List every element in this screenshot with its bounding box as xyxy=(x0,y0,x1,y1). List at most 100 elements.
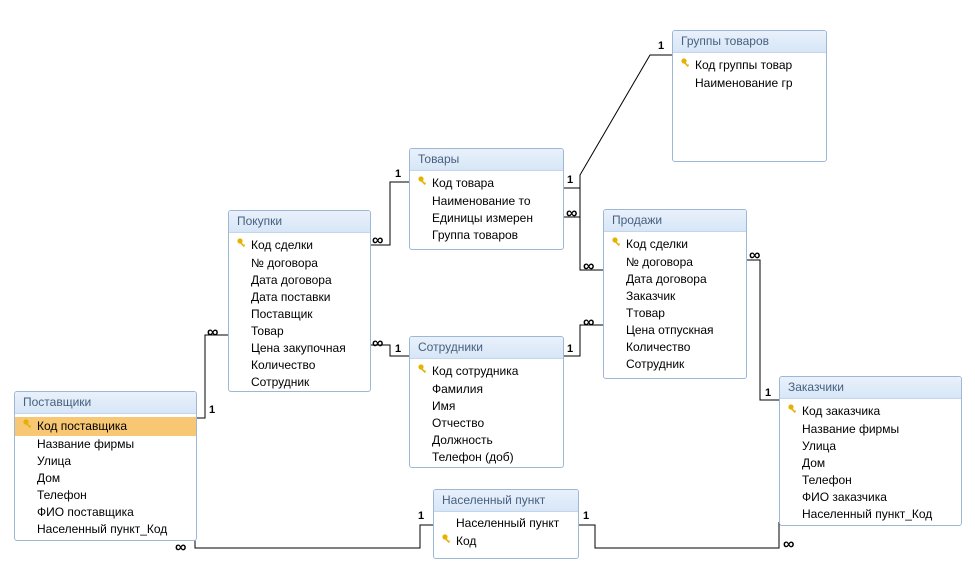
cardinality-many: ∞ xyxy=(583,314,592,332)
field-row[interactable]: Отчество xyxy=(410,415,563,432)
field-row[interactable]: ФИО поставщика xyxy=(15,504,196,521)
field-label: Телефон (доб) xyxy=(432,450,514,465)
field-row[interactable]: Товар xyxy=(229,323,370,340)
entity-sales[interactable]: ПродажиКод сделки№ договораДата договора… xyxy=(603,209,747,379)
field-label: Единицы измерен xyxy=(432,211,533,226)
field-row[interactable]: Населенный пункт_Код xyxy=(15,521,196,538)
entity-body: Код поставщика Название фирмыУлицаДомТеле… xyxy=(15,414,196,542)
field-row[interactable]: Населенный пункт xyxy=(434,515,578,532)
field-row[interactable]: Наименование то xyxy=(410,193,563,210)
field-row[interactable]: Название фирмы xyxy=(15,436,196,453)
field-row[interactable]: Количество xyxy=(604,339,746,356)
field-row[interactable]: Код группы товар xyxy=(673,56,826,75)
entity-suppliers[interactable]: Поставщики Код поставщика Название фирмыУл… xyxy=(14,391,197,541)
entity-header[interactable]: Заказчики xyxy=(780,377,961,399)
field-row[interactable]: Код сотрудника xyxy=(410,362,563,381)
field-label: Населенный пункт_Код xyxy=(802,507,932,522)
entity-body: Код товара Наименование то Единицы измерен… xyxy=(410,171,563,248)
field-label: Код группы товар xyxy=(695,58,792,73)
field-label: № договора xyxy=(626,255,693,270)
field-row[interactable]: № договора xyxy=(229,255,370,272)
field-label: Улица xyxy=(802,439,836,454)
field-label: Ттовар xyxy=(626,306,665,321)
field-label: Дата поставки xyxy=(251,290,330,305)
field-row[interactable]: Код заказчика xyxy=(780,402,961,421)
primary-key-icon xyxy=(416,175,430,192)
cardinality-one: 1 xyxy=(765,387,771,399)
field-row[interactable]: Код сделки xyxy=(229,236,370,255)
entity-header[interactable]: Товары xyxy=(410,149,563,171)
field-row[interactable]: Телефон xyxy=(780,472,961,489)
cardinality-one: 1 xyxy=(658,40,664,52)
field-row[interactable]: Название фирмы xyxy=(780,421,961,438)
field-row[interactable]: Ттовар xyxy=(604,305,746,322)
field-row[interactable]: Сотрудник xyxy=(604,356,746,373)
field-row[interactable]: Количество xyxy=(229,357,370,374)
field-row[interactable]: Поставщик xyxy=(229,306,370,323)
primary-key-icon xyxy=(416,363,430,380)
entity-header[interactable]: Группы товаров xyxy=(673,31,826,53)
entity-settlement[interactable]: Населенный пунктНаселенный пунктКод xyxy=(433,489,579,559)
entity-header[interactable]: Населенный пункт xyxy=(434,490,578,512)
entity-groups[interactable]: Группы товаров Код группы товар Наименован… xyxy=(672,30,827,162)
field-row[interactable]: Наименование гр xyxy=(673,75,826,92)
field-label: Заказчик xyxy=(626,289,675,304)
field-label: Дом xyxy=(802,456,825,471)
field-label: Код товара xyxy=(432,176,494,191)
field-row[interactable]: Заказчик xyxy=(604,288,746,305)
field-label: Телефон xyxy=(37,488,87,503)
field-label: Код поставщика xyxy=(37,419,127,434)
field-row[interactable]: Группа товаров xyxy=(410,227,563,244)
field-label: Название фирмы xyxy=(802,422,899,437)
field-row[interactable]: Улица xyxy=(780,438,961,455)
field-label: Название фирмы xyxy=(37,437,134,452)
field-row[interactable]: Телефон (доб) xyxy=(410,449,563,466)
field-row[interactable]: Дом xyxy=(780,455,961,472)
cardinality-many: ∞ xyxy=(783,536,792,554)
entity-body: Код сделки№ договораДата договораЗаказчи… xyxy=(604,232,746,377)
field-row[interactable]: Дата договора xyxy=(604,271,746,288)
cardinality-one: 1 xyxy=(583,510,589,522)
entity-employees[interactable]: Сотрудники Код сотрудникаФамилияИмяОтчест… xyxy=(409,336,564,468)
entity-customers[interactable]: Заказчики Код заказчика Название фирмы Улиц… xyxy=(779,376,962,526)
field-row[interactable]: Цена закупочная xyxy=(229,340,370,357)
field-label: Цена отпускная xyxy=(626,323,714,338)
field-row[interactable]: Код поставщика xyxy=(15,417,196,436)
field-row[interactable]: Единицы измерен xyxy=(410,210,563,227)
field-label: Количество xyxy=(626,340,690,355)
field-row[interactable]: Сотрудник xyxy=(229,374,370,391)
entity-body: Населенный пунктКод xyxy=(434,512,578,555)
cardinality-many: ∞ xyxy=(566,205,575,223)
field-row[interactable]: № договора xyxy=(604,254,746,271)
cardinality-one: 1 xyxy=(395,168,401,180)
field-label: Код заказчика xyxy=(802,404,880,419)
cardinality-many: ∞ xyxy=(583,258,592,276)
field-row[interactable]: Имя xyxy=(410,398,563,415)
field-row[interactable]: Код товара xyxy=(410,174,563,193)
field-row[interactable]: Код сделки xyxy=(604,235,746,254)
entity-body: Код заказчика Название фирмы Улица ДомТелеф… xyxy=(780,399,961,527)
entity-header[interactable]: Сотрудники xyxy=(410,337,563,359)
field-row[interactable]: Телефон xyxy=(15,487,196,504)
field-label: Фамилия xyxy=(432,382,483,397)
field-row[interactable]: Код xyxy=(434,532,578,551)
field-label: Товар xyxy=(251,324,284,339)
field-label: Наименование то xyxy=(432,194,531,209)
entity-header[interactable]: Покупки xyxy=(229,211,370,233)
entity-header[interactable]: Продажи xyxy=(604,210,746,232)
field-label: Код сделки xyxy=(251,238,313,253)
field-row[interactable]: Дата договора xyxy=(229,272,370,289)
field-row[interactable]: Населенный пункт_Код xyxy=(780,506,961,523)
entity-header[interactable]: Поставщики xyxy=(15,392,196,414)
cardinality-many: ∞ xyxy=(372,232,381,250)
field-row[interactable]: Фамилия xyxy=(410,381,563,398)
field-row[interactable]: Дата поставки xyxy=(229,289,370,306)
field-row[interactable]: Должность xyxy=(410,432,563,449)
field-row[interactable]: ФИО заказчика xyxy=(780,489,961,506)
entity-purchases[interactable]: Покупки Код сделки № договораДата договора… xyxy=(228,210,371,392)
primary-key-icon xyxy=(786,403,800,420)
field-row[interactable]: Дом xyxy=(15,470,196,487)
field-row[interactable]: Цена отпускная xyxy=(604,322,746,339)
field-row[interactable]: Улица xyxy=(15,453,196,470)
entity-goods[interactable]: Товары Код товара Наименование то Единицы и… xyxy=(409,148,564,250)
